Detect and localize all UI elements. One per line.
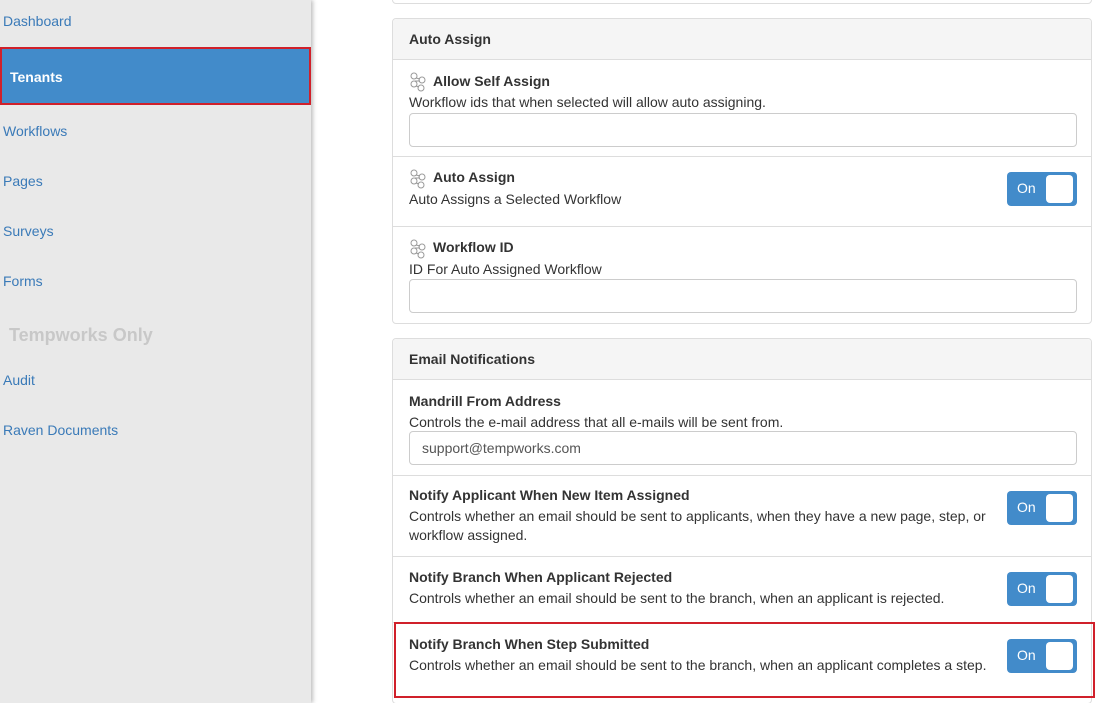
setting-description-line1: Controls whether an email should be sent…: [409, 508, 986, 524]
setting-row-notify-branch-rejected: Notify Branch When Applicant Rejected Co…: [393, 557, 1091, 623]
sidebar-section-heading: Tempworks Only: [9, 325, 153, 345]
sidebar-item-forms[interactable]: Forms: [3, 273, 43, 289]
panel-title: Email Notifications: [393, 339, 1091, 380]
sidebar-item-surveys[interactable]: Surveys: [3, 223, 54, 239]
setting-title: Auto Assign: [433, 169, 515, 185]
toggle-label: On: [1017, 580, 1036, 596]
setting-title: Workflow ID: [433, 239, 514, 255]
setting-title: Mandrill From Address: [409, 393, 561, 409]
setting-title: Notify Branch When Step Submitted: [409, 636, 650, 652]
sidebar-item-raven-documents[interactable]: Raven Documents: [3, 422, 118, 438]
toggle-knob: [1046, 175, 1073, 203]
setting-row-mandrill-from-address: Mandrill From Address Controls the e-mai…: [393, 380, 1091, 476]
toggle-knob: [1046, 575, 1073, 603]
network-icon: [410, 169, 426, 189]
setting-description: Controls the e-mail address that all e-m…: [409, 414, 784, 430]
email-notifications-panel: Email Notifications Mandrill From Addres…: [392, 338, 1092, 703]
toggle-label: On: [1017, 499, 1036, 515]
notify-branch-step-submitted-toggle[interactable]: On: [1007, 639, 1077, 673]
setting-row-notify-branch-step-submitted: Notify Branch When Step Submitted Contro…: [393, 623, 1091, 703]
network-icon: [410, 239, 426, 259]
setting-description: Controls whether an email should be sent…: [409, 657, 987, 673]
toggle-label: On: [1017, 180, 1036, 196]
setting-row-notify-applicant: Notify Applicant When New Item Assigned …: [393, 476, 1091, 557]
toggle-knob: [1046, 494, 1073, 522]
sidebar-item-audit[interactable]: Audit: [3, 372, 35, 388]
sidebar-item-label: Tenants: [10, 69, 63, 85]
toggle-label: On: [1017, 647, 1036, 663]
setting-description: ID For Auto Assigned Workflow: [409, 261, 602, 277]
setting-description: Controls whether an email should be sent…: [409, 590, 945, 606]
setting-row-allow-self-assign: Allow Self Assign Workflow ids that when…: [393, 60, 1091, 157]
setting-title: Notify Branch When Applicant Rejected: [409, 569, 673, 585]
setting-title: Allow Self Assign: [433, 73, 550, 89]
network-icon: [410, 72, 426, 92]
toggle-knob: [1046, 642, 1073, 670]
sidebar-item-pages[interactable]: Pages: [3, 173, 43, 189]
sidebar-item-dashboard[interactable]: Dashboard: [3, 13, 72, 29]
setting-row-workflow-id: Workflow ID ID For Auto Assigned Workflo…: [393, 227, 1091, 323]
mandrill-from-address-input[interactable]: [409, 431, 1077, 465]
auto-assign-panel: Auto Assign Allow Self Assign Workflow i…: [392, 18, 1092, 324]
setting-title: Notify Applicant When New Item Assigned: [409, 487, 690, 503]
allow-self-assign-input[interactable]: [409, 113, 1077, 147]
setting-description: Workflow ids that when selected will all…: [409, 94, 766, 110]
notify-branch-rejected-toggle[interactable]: On: [1007, 572, 1077, 606]
auto-assign-toggle[interactable]: On: [1007, 172, 1077, 206]
setting-description-line2: workflow assigned.: [409, 527, 528, 543]
workflow-id-input[interactable]: [409, 279, 1077, 313]
setting-row-auto-assign: Auto Assign Auto Assigns a Selected Work…: [393, 157, 1091, 227]
sidebar: Dashboard Tenants Workflows Pages Survey…: [0, 0, 311, 703]
previous-panel: [392, 0, 1092, 4]
sidebar-item-workflows[interactable]: Workflows: [3, 123, 67, 139]
panel-title: Auto Assign: [393, 19, 1091, 60]
setting-description: Auto Assigns a Selected Workflow: [409, 191, 622, 207]
sidebar-item-tenants[interactable]: Tenants: [0, 47, 311, 105]
notify-applicant-toggle[interactable]: On: [1007, 491, 1077, 525]
